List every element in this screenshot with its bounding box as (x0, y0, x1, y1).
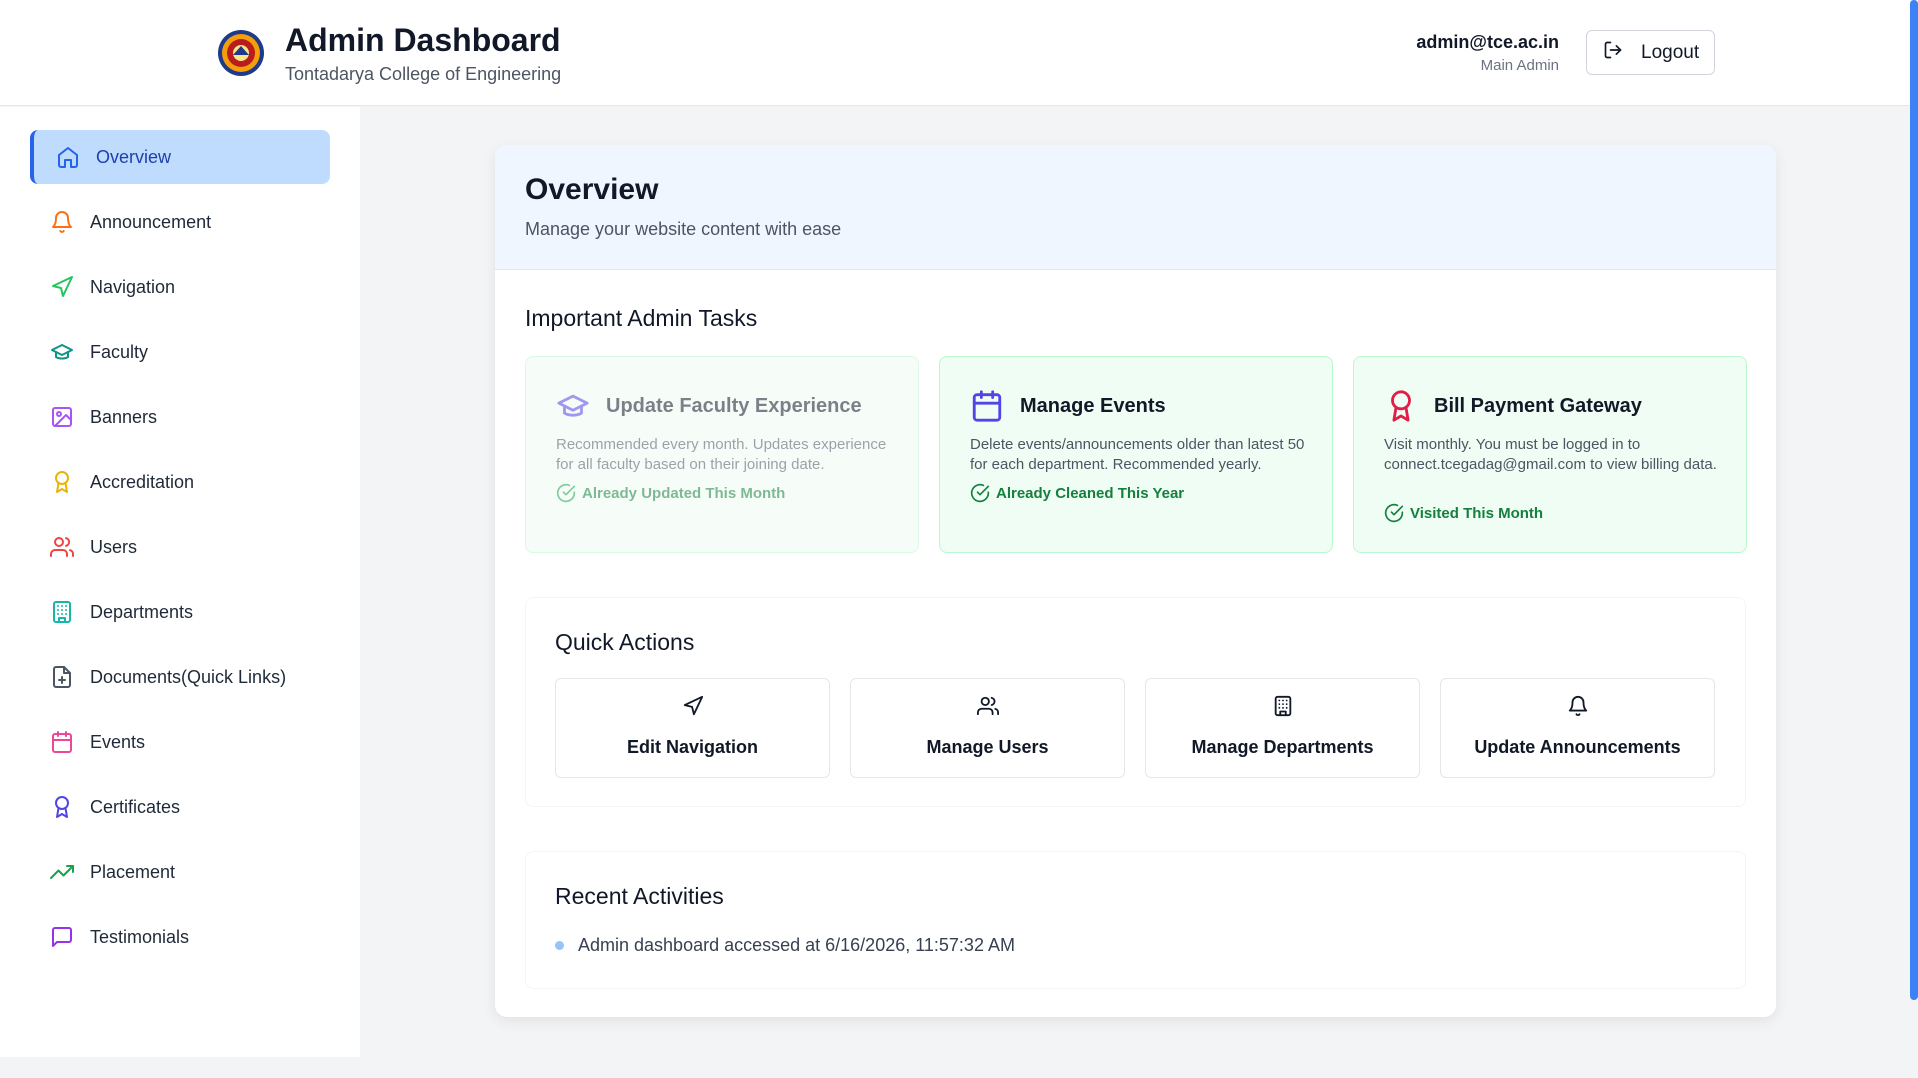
top-header: Admin Dashboard Tontadarya College of En… (0, 0, 1910, 106)
task-status-label: Already Cleaned This Year (996, 484, 1185, 502)
app-title: Admin Dashboard (285, 22, 561, 58)
logout-label: Logout (1641, 41, 1700, 63)
task-status: Already Updated This Month (556, 483, 785, 503)
users-icon (50, 535, 74, 559)
user-email: admin@tce.ac.in (1416, 32, 1559, 52)
quick-action-label: Update Announcements (1474, 737, 1681, 757)
check-circle-icon (556, 483, 576, 503)
task-title: Update Faculty Experience (606, 395, 862, 417)
page-title: Overview (525, 173, 659, 206)
graduation-cap-icon (556, 389, 590, 423)
task-card-manage-events[interactable]: Manage Events Delete events/announcement… (939, 356, 1333, 553)
user-role: Main Admin (1480, 57, 1559, 74)
scrollbar[interactable] (1910, 0, 1918, 1000)
navigation-icon (556, 695, 829, 717)
sidebar-item-label: Faculty (90, 341, 149, 362)
task-status-label: Visited This Month (1410, 504, 1544, 522)
sidebar-item-label: Navigation (90, 276, 176, 297)
graduation-cap-icon (50, 340, 74, 364)
sidebar-item-label: Departments (90, 601, 194, 622)
logout-icon (1603, 40, 1623, 66)
navigation-icon (50, 275, 74, 299)
activity-item: Admin dashboard accessed at 6/16/2026, 1… (555, 935, 1015, 956)
sidebar: Overview Announcement Navigation Faculty… (0, 107, 360, 1057)
award-icon (1384, 389, 1418, 423)
image-icon (50, 405, 74, 429)
bell-icon (1441, 695, 1714, 717)
award-icon (50, 795, 74, 819)
recent-activities-panel (525, 851, 1746, 989)
building-icon (1146, 695, 1419, 717)
main-content-card: Overview Manage your website content wit… (495, 145, 1776, 1017)
sidebar-item-testimonials[interactable]: Testimonials (30, 910, 330, 964)
sidebar-item-certificates[interactable]: Certificates (30, 780, 330, 834)
sidebar-item-label: Documents(Quick Links) (90, 666, 287, 687)
task-title: Bill Payment Gateway (1434, 395, 1642, 417)
task-description: Visit monthly. You must be logged in to … (1384, 436, 1717, 473)
manage-users-button[interactable]: Manage Users (850, 678, 1125, 778)
sidebar-item-label: Announcement (90, 211, 212, 232)
sidebar-item-accreditation[interactable]: Accreditation (30, 455, 330, 509)
task-card-bill-payment[interactable]: Bill Payment Gateway Visit monthly. You … (1353, 356, 1747, 553)
manage-departments-button[interactable]: Manage Departments (1145, 678, 1420, 778)
sidebar-item-overview[interactable]: Overview (30, 130, 330, 184)
task-status-label: Already Updated This Month (582, 484, 786, 502)
sidebar-item-events[interactable]: Events (30, 715, 330, 769)
sidebar-item-label: Overview (96, 146, 172, 167)
quick-action-label: Manage Users (926, 737, 1049, 757)
sidebar-item-label: Certificates (90, 796, 181, 817)
bell-icon (50, 210, 74, 234)
recent-activities-title: Recent Activities (555, 883, 724, 909)
task-status: Already Cleaned This Year (970, 483, 1184, 503)
building-icon (50, 600, 74, 624)
sidebar-item-label: Users (90, 536, 138, 557)
check-circle-icon (1384, 503, 1404, 523)
sidebar-item-documents[interactable]: Documents(Quick Links) (30, 650, 330, 704)
message-square-icon (50, 925, 74, 949)
task-description: Delete events/announcements older than l… (970, 436, 1305, 473)
page-subtitle: Manage your website content with ease (525, 219, 842, 239)
edit-navigation-button[interactable]: Edit Navigation (555, 678, 830, 778)
task-card-faculty-experience[interactable]: Update Faculty Experience Recommended ev… (525, 356, 919, 553)
logout-button[interactable]: Logout (1586, 30, 1715, 75)
bullet-dot (555, 941, 564, 950)
users-icon (851, 695, 1124, 717)
sidebar-item-users[interactable]: Users (30, 520, 330, 574)
update-announcements-button[interactable]: Update Announcements (1440, 678, 1715, 778)
app-subtitle: Tontadarya College of Engineering (285, 64, 562, 84)
college-logo (216, 28, 266, 78)
quick-action-label: Edit Navigation (626, 737, 758, 757)
calendar-icon (50, 730, 74, 754)
quick-actions-title: Quick Actions (555, 629, 695, 655)
trending-up-icon (50, 860, 74, 884)
sidebar-item-label: Accreditation (90, 471, 195, 492)
home-icon (56, 145, 80, 169)
sidebar-item-departments[interactable]: Departments (30, 585, 330, 639)
sidebar-item-faculty[interactable]: Faculty (30, 325, 330, 379)
sidebar-item-placement[interactable]: Placement (30, 845, 330, 899)
sidebar-item-navigation[interactable]: Navigation (30, 260, 330, 314)
sidebar-item-label: Events (90, 731, 146, 752)
admin-tasks-title: Important Admin Tasks (525, 305, 758, 331)
calendar-icon (970, 389, 1004, 423)
sidebar-item-announcement[interactable]: Announcement (30, 195, 330, 249)
sidebar-item-banners[interactable]: Banners (30, 390, 330, 444)
sidebar-item-label: Placement (90, 861, 176, 882)
overview-header: Overview Manage your website content wit… (495, 145, 1776, 270)
task-title: Manage Events (1020, 395, 1166, 417)
check-circle-icon (970, 483, 990, 503)
quick-action-label: Manage Departments (1191, 737, 1374, 757)
sidebar-item-label: Banners (90, 406, 158, 427)
task-description: Recommended every month. Updates experie… (556, 436, 887, 473)
task-status: Visited This Month (1384, 503, 1543, 523)
award-icon (50, 470, 74, 494)
sidebar-item-label: Testimonials (90, 926, 190, 947)
activity-text: Admin dashboard accessed at 6/16/2026, 1… (578, 935, 1015, 955)
file-plus-icon (50, 665, 74, 689)
